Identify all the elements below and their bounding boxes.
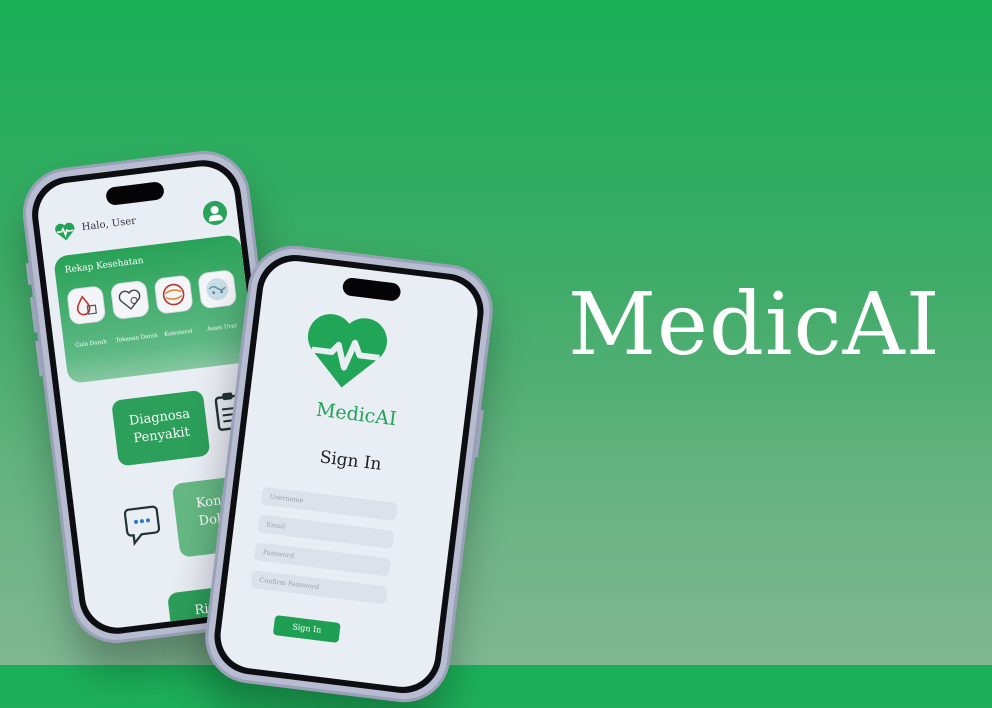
heart-pressure-icon <box>109 279 151 320</box>
metric-gula-darah[interactable]: Gula Darah <box>65 285 110 349</box>
signin-button[interactable]: Sign In <box>272 615 341 643</box>
username-field[interactable]: Username <box>260 486 398 522</box>
diagnosa-button[interactable]: Diagnosa Penyakit <box>111 389 211 467</box>
dynamic-island <box>341 276 402 302</box>
phone-signin-mockup: MedicAI Sign In Username Email Password … <box>200 240 498 708</box>
chat-icon <box>123 505 161 546</box>
heart-logo-icon <box>307 314 388 388</box>
user-avatar-icon[interactable] <box>201 199 229 227</box>
app-name: MedicAI <box>314 398 398 431</box>
metric-asam-urat[interactable]: Asam Urat <box>196 269 241 333</box>
confirm-password-field[interactable]: Confirm Password <box>250 569 388 605</box>
dynamic-island <box>105 181 165 206</box>
metric-tekanan-darah[interactable]: Tekanan Darah <box>109 279 158 344</box>
greeting-text: Halo, User <box>81 215 137 234</box>
signin-screen: MedicAI Sign In Username Email Password … <box>216 257 482 691</box>
heart-logo-icon <box>55 222 75 241</box>
hero-title: MedicAI <box>568 275 941 375</box>
health-summary-title: Rekap Kesehatan <box>64 256 145 276</box>
metric-kolesterol[interactable]: Kolesterol <box>153 274 198 338</box>
health-summary-card: Rekap Kesehatan Gula Darah Tekanan Darah <box>53 234 256 385</box>
uric-acid-icon <box>197 269 238 310</box>
email-field[interactable]: Email <box>257 514 395 549</box>
cholesterol-icon <box>153 274 194 315</box>
signin-title: Sign In <box>318 447 383 475</box>
password-field[interactable]: Password <box>253 542 391 577</box>
blood-drop-icon <box>66 285 107 326</box>
